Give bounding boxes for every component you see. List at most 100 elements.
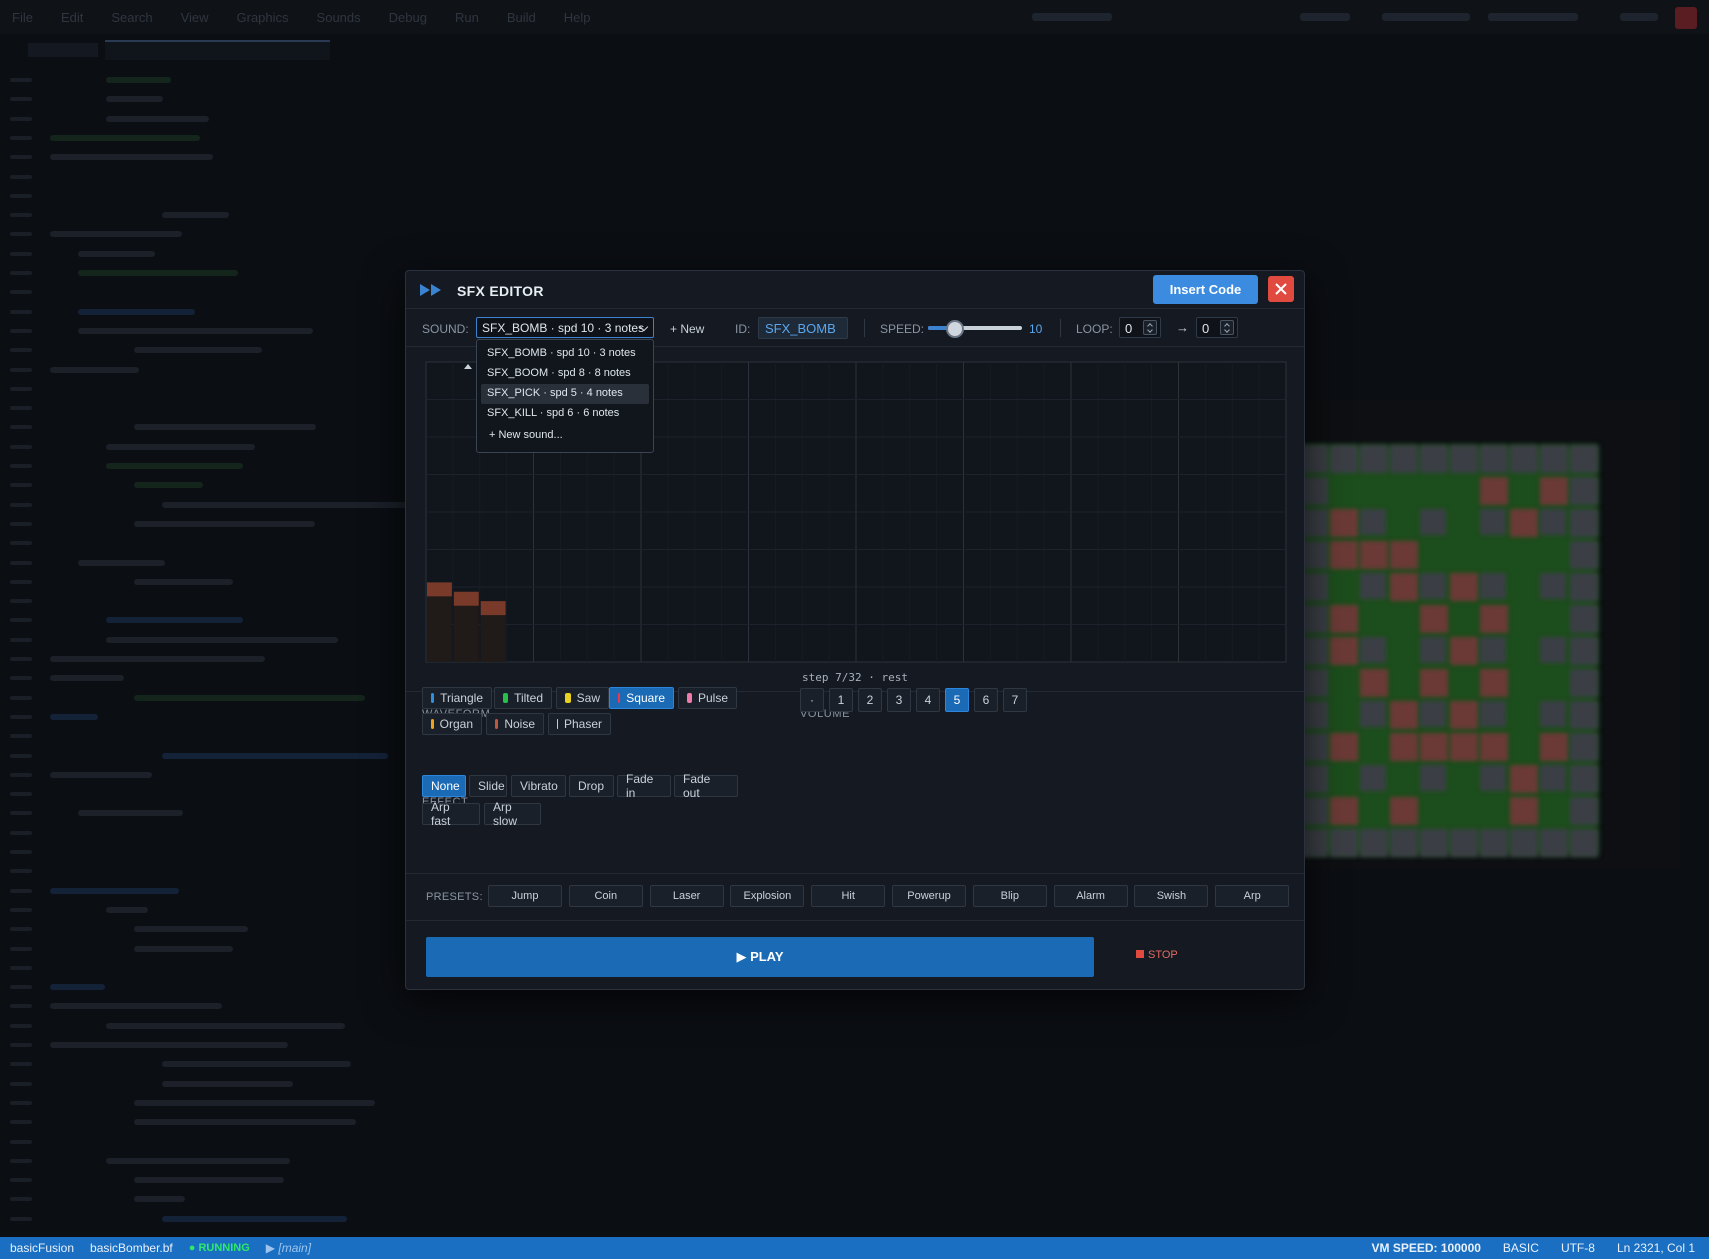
status-encoding[interactable]: UTF-8 bbox=[1561, 1241, 1595, 1255]
effect-slide-button[interactable]: Slide bbox=[469, 775, 507, 797]
status-scope: ▶ [main] bbox=[265, 1241, 312, 1255]
waveform-organ-button-label: Organ bbox=[439, 717, 473, 731]
volume-3-button[interactable]: 3 bbox=[887, 688, 911, 712]
effect-drop-button[interactable]: Drop bbox=[569, 775, 614, 797]
sfx-editor-dialog: SFX EDITOR Insert Code SOUND: SFX_BOMB ·… bbox=[405, 270, 1305, 990]
menu-item[interactable]: Sounds bbox=[317, 10, 361, 25]
close-icon bbox=[1275, 283, 1287, 295]
stop-label: STOP bbox=[1148, 949, 1178, 961]
effect-vibrato-button-label: Vibrato bbox=[520, 779, 558, 793]
sound-select[interactable]: SFX_BOMB · spd 10 · 3 notes bbox=[476, 317, 654, 338]
waveform-swatch-icon bbox=[618, 693, 621, 703]
volume-off-button[interactable]: · bbox=[800, 688, 824, 712]
note-stem bbox=[480, 615, 506, 662]
preset-coin-button[interactable]: Coin bbox=[568, 885, 643, 907]
dropdown-new-sound[interactable]: + New sound... bbox=[481, 426, 649, 441]
editor-tabs bbox=[0, 38, 1010, 64]
loop-label: LOOP: bbox=[1076, 322, 1113, 336]
preset-powerup-button[interactable]: Powerup bbox=[892, 885, 966, 907]
waveform-noise-button[interactable]: Noise bbox=[486, 713, 544, 735]
waveform-phaser-button[interactable]: Phaser bbox=[548, 713, 611, 735]
preset-jump-button[interactable]: Jump bbox=[488, 885, 562, 907]
play-button[interactable]: ▶ PLAY bbox=[426, 937, 1094, 977]
dropdown-item[interactable]: SFX_KILL · spd 6 · 6 notes bbox=[481, 404, 649, 424]
sound-dropdown: SFX_BOMB · spd 10 · 3 notes SFX_BOOM · s… bbox=[476, 339, 654, 453]
status-language[interactable]: BASIC bbox=[1503, 1241, 1539, 1255]
dropdown-item-highlighted[interactable]: SFX_PICK · spd 5 · 4 notes bbox=[481, 384, 649, 404]
loop-start-input[interactable]: 0 bbox=[1119, 317, 1161, 338]
menu-item[interactable]: View bbox=[181, 10, 209, 25]
menu-item[interactable]: Edit bbox=[61, 10, 83, 25]
editor-tab-active[interactable] bbox=[105, 40, 330, 60]
right-panel-header bbox=[1010, 0, 1709, 34]
effect-fade-in-button-label: Fade in bbox=[626, 772, 654, 800]
effect-none-button[interactable]: None bbox=[422, 775, 466, 797]
stepper-icon[interactable] bbox=[1220, 320, 1234, 335]
effect-vibrato-button[interactable]: Vibrato bbox=[511, 775, 566, 797]
waveform-organ-button[interactable]: Organ bbox=[422, 713, 482, 735]
preset-alarm-button[interactable]: Alarm bbox=[1053, 885, 1128, 907]
speed-slider-handle[interactable] bbox=[946, 320, 965, 338]
id-label: ID: bbox=[735, 322, 751, 336]
editor-tab[interactable] bbox=[28, 43, 98, 57]
waveform-swatch-icon bbox=[687, 693, 692, 703]
preset-explosion-button[interactable]: Explosion bbox=[730, 885, 805, 907]
volume-6-button[interactable]: 6 bbox=[974, 688, 998, 712]
status-project[interactable]: basicFusion bbox=[10, 1241, 74, 1255]
menu-item[interactable]: Debug bbox=[389, 10, 427, 25]
waveform-swatch-icon bbox=[431, 719, 434, 729]
preset-swish-button[interactable]: Swish bbox=[1134, 885, 1209, 907]
step-status: step 7/32 · rest bbox=[802, 671, 908, 684]
id-input[interactable]: SFX_BOMB bbox=[758, 317, 848, 339]
volume-1-button[interactable]: 1 bbox=[829, 688, 853, 712]
effect-arp-slow-button-label: Arp slow bbox=[493, 800, 518, 828]
loop-end-value: 0 bbox=[1202, 321, 1210, 336]
preset-hit-button[interactable]: Hit bbox=[811, 885, 886, 907]
preset-laser-button[interactable]: Laser bbox=[649, 885, 724, 907]
preset-arp-button[interactable]: Arp bbox=[1215, 885, 1290, 907]
menu-item[interactable]: Help bbox=[564, 10, 591, 25]
waveform-triangle-button[interactable]: Triangle bbox=[422, 687, 492, 709]
waveform-noise-button-label: Noise bbox=[504, 717, 535, 731]
volume-4-button[interactable]: 4 bbox=[916, 688, 940, 712]
sound-select-value: SFX_BOMB · spd 10 · 3 notes bbox=[482, 321, 645, 335]
stepper-icon[interactable] bbox=[1143, 320, 1157, 335]
dropdown-item[interactable]: SFX_BOOM · spd 8 · 8 notes bbox=[481, 364, 649, 384]
status-cursor[interactable]: Ln 2321, Col 1 bbox=[1617, 1241, 1695, 1255]
menu-item[interactable]: Graphics bbox=[237, 10, 289, 25]
effect-arp-slow-button[interactable]: Arp slow bbox=[484, 800, 541, 828]
waveform-pulse-button-label: Pulse bbox=[697, 691, 728, 705]
effect-arp-fast-button[interactable]: Arp fast bbox=[422, 800, 480, 828]
volume-7-button[interactable]: 7 bbox=[1003, 688, 1027, 712]
menu-item[interactable]: Build bbox=[507, 10, 536, 25]
stop-button[interactable]: STOP bbox=[1136, 949, 1178, 961]
speed-slider[interactable] bbox=[928, 320, 1022, 338]
volume-5-button[interactable]: 5 bbox=[945, 688, 969, 712]
waveform-pulse-button[interactable]: Pulse bbox=[678, 687, 737, 709]
note-block bbox=[480, 601, 506, 616]
close-button[interactable] bbox=[1268, 276, 1294, 302]
effect-fade-out-button[interactable]: Fade out bbox=[674, 772, 738, 800]
volume-2-button[interactable]: 2 bbox=[858, 688, 882, 712]
waveform-tilted-button[interactable]: Tilted bbox=[494, 687, 552, 709]
dropdown-item[interactable]: SFX_BOMB · spd 10 · 3 notes bbox=[481, 344, 649, 364]
sfx-logo-icon bbox=[420, 284, 442, 296]
insert-code-button[interactable]: Insert Code bbox=[1153, 275, 1258, 304]
status-file[interactable]: basicBomber.bf bbox=[90, 1241, 173, 1255]
panel-close-button[interactable] bbox=[1675, 7, 1697, 29]
preset-blip-button[interactable]: Blip bbox=[972, 885, 1047, 907]
waveform-square-button[interactable]: Square bbox=[609, 687, 674, 709]
menu-item[interactable]: Search bbox=[111, 10, 152, 25]
waveform-saw-button[interactable]: Saw bbox=[556, 687, 609, 709]
waveform-phaser-button-label: Phaser bbox=[563, 717, 602, 731]
presets-label: PRESETS: bbox=[426, 891, 483, 903]
dialog-title: SFX EDITOR bbox=[457, 283, 544, 299]
menu-item[interactable]: File bbox=[12, 10, 33, 25]
speed-value: 10 bbox=[1029, 322, 1043, 336]
menu-item[interactable]: Run bbox=[455, 10, 479, 25]
effect-fade-in-button[interactable]: Fade in bbox=[617, 772, 671, 800]
new-sound-button[interactable]: + New bbox=[670, 322, 704, 336]
waveform-swatch-icon bbox=[565, 693, 571, 703]
loop-end-input[interactable]: 0 bbox=[1196, 317, 1238, 338]
loop-arrow: → bbox=[1176, 320, 1189, 335]
